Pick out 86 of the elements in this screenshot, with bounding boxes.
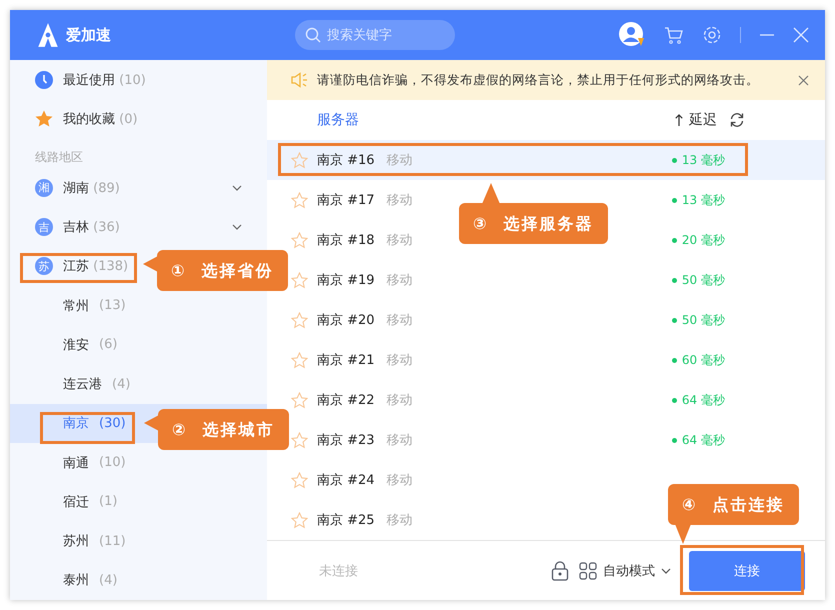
province-badge: 吉 [35, 218, 53, 236]
city-item[interactable]: 苏州 (11) [10, 522, 267, 561]
server-name: 南京 #20 [317, 312, 375, 329]
status-dot-icon [672, 198, 677, 202]
server-name: 南京 #22 [317, 392, 375, 409]
star-icon [35, 110, 53, 128]
carrier-label: 移动 [386, 152, 413, 169]
step-tooltip: ① 选择省份 [157, 250, 288, 291]
latency-label: 64 毫秒 [682, 432, 725, 448]
carrier-label: 移动 [386, 272, 413, 289]
server-name: 南京 #25 [317, 512, 375, 529]
status-dot-icon [672, 238, 677, 242]
province-badge: 苏 [35, 257, 53, 276]
latency-label: 20 毫秒 [682, 232, 725, 248]
search-icon [305, 27, 321, 43]
province-badge: 湘 [35, 178, 53, 197]
star-outline-icon[interactable] [291, 272, 308, 288]
star-outline-icon[interactable] [291, 432, 308, 448]
city-item[interactable]: 淮安 (6) [10, 325, 267, 364]
star-outline-icon[interactable] [291, 352, 308, 368]
carrier-label: 移动 [386, 352, 413, 369]
star-outline-icon[interactable] [291, 512, 308, 528]
grid-icon [579, 562, 597, 580]
chevron-down-icon [661, 568, 671, 574]
carrier-label: 移动 [386, 392, 413, 409]
avatar-icon[interactable] [618, 21, 646, 49]
status-dot-icon [672, 158, 677, 162]
star-outline-icon[interactable] [291, 232, 308, 248]
server-name: 南京 #18 [317, 232, 375, 249]
star-outline-icon[interactable] [291, 392, 308, 408]
carrier-label: 移动 [386, 232, 413, 249]
server-name: 南京 #24 [317, 472, 375, 489]
star-outline-icon[interactable] [291, 472, 308, 488]
mode-dropdown[interactable]: 自动模式 [579, 562, 671, 580]
star-outline-icon[interactable] [291, 312, 308, 328]
city-item[interactable]: 连云港 (4) [10, 364, 267, 404]
carrier-label: 移动 [386, 312, 413, 329]
section-title: 线路地区 [34, 148, 84, 166]
status-dot-icon [672, 318, 677, 322]
refresh-icon[interactable] [729, 112, 745, 128]
chevron-down-icon [232, 224, 242, 230]
connection-status: 未连接 [319, 562, 358, 580]
latency-label: 64 毫秒 [682, 392, 725, 408]
latency-label: 60 毫秒 [682, 352, 725, 368]
notice-text: 请谨防电信诈骗，不得发布虚假的网络言论，禁止用于任何形式的网络攻击。 [317, 72, 759, 88]
latency-label: 50 毫秒 [682, 312, 725, 328]
mode-label: 自动模式 [603, 562, 655, 580]
settings-icon[interactable] [702, 25, 722, 45]
status-dot-icon [672, 438, 677, 442]
step-tooltip: ④ 点击连接 [668, 484, 799, 525]
column-header: 服务器 [317, 111, 359, 129]
clock-icon [35, 70, 53, 89]
province-item[interactable]: 吉 吉林 (36) [10, 207, 267, 247]
app-name: 爱加速 [66, 26, 111, 44]
step-tooltip: ② 选择城市 [158, 409, 289, 450]
carrier-label: 移动 [386, 192, 413, 209]
star-outline-icon[interactable] [291, 152, 308, 168]
carrier-label: 移动 [386, 472, 413, 489]
cart-icon[interactable] [664, 25, 684, 45]
sidebar-item[interactable]: 我的收藏 (0) [10, 99, 267, 139]
city-item[interactable]: 泰州 (4) [10, 560, 267, 600]
province-item[interactable]: 湘 湖南 (89) [10, 168, 267, 208]
sort-button[interactable]: 延迟 [689, 111, 717, 129]
sidebar-item[interactable]: 最近使用 (10) [10, 60, 267, 100]
lock-icon[interactable] [551, 560, 569, 580]
server-name: 南京 #19 [317, 272, 375, 289]
server-name: 南京 #17 [317, 192, 375, 209]
server-name: 南京 #23 [317, 432, 375, 449]
carrier-label: 移动 [386, 432, 413, 449]
chevron-down-icon [232, 184, 242, 191]
status-dot-icon [672, 358, 677, 362]
status-dot-icon [672, 278, 677, 282]
status-dot-icon [672, 398, 677, 402]
latency-label: 13 毫秒 [682, 192, 725, 208]
carrier-label: 移动 [386, 512, 413, 529]
step-tooltip: ③ 选择服务器 [459, 203, 608, 244]
up-arrow-icon [675, 114, 683, 126]
close-icon[interactable] [798, 74, 809, 86]
star-outline-icon[interactable] [291, 192, 308, 208]
server-name: 南京 #16 [317, 152, 375, 169]
server-name: 南京 #21 [317, 352, 375, 369]
speaker-icon [291, 72, 309, 88]
latency-label: 50 毫秒 [682, 272, 725, 288]
city-item[interactable]: 宿迁 (1) [10, 482, 267, 522]
connect-button[interactable]: 连接 [689, 550, 805, 590]
latency-label: 13 毫秒 [682, 152, 725, 168]
